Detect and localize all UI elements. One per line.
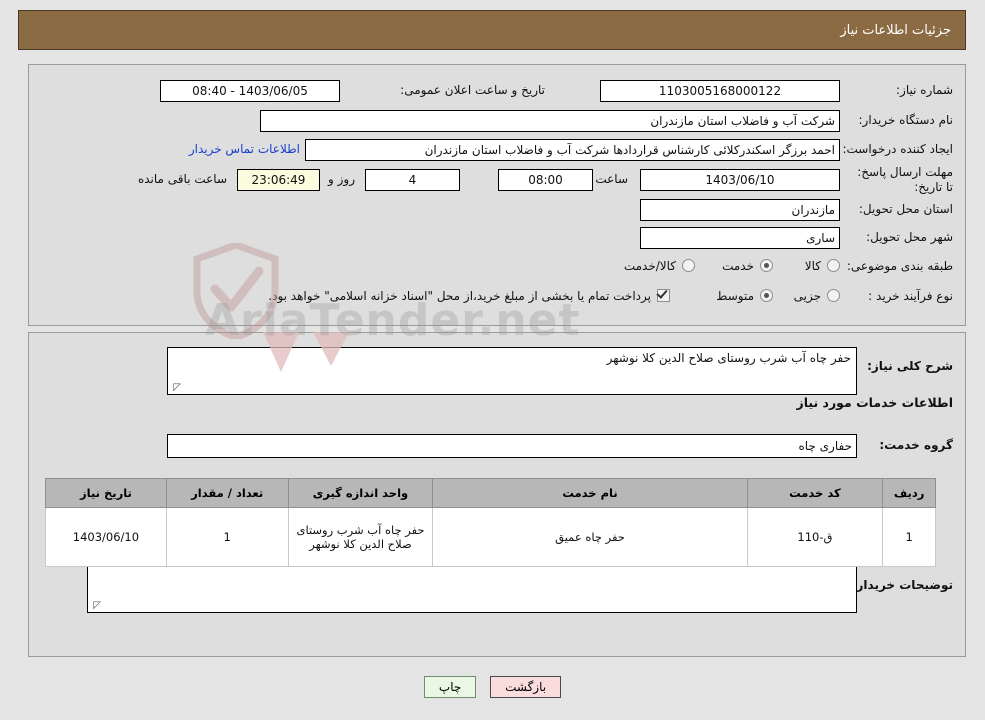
th-row: ردیف: [882, 478, 936, 508]
city-value: ساری: [640, 227, 840, 249]
countdown-timer: 23:06:49: [237, 169, 320, 191]
buyer-notes-label: توضیحات خریدار:: [851, 578, 953, 592]
need-number-value: 1103005168000122: [600, 80, 840, 102]
radio-process-motevaset[interactable]: [760, 289, 773, 302]
remaining-label: ساعت باقی مانده: [137, 172, 227, 186]
city-label: شهر محل تحویل:: [866, 230, 953, 244]
page-header-bar: جزئیات اطلاعات نیاز: [18, 10, 966, 50]
need-info-panel: شماره نیاز: 1103005168000122 تاریخ و ساع…: [28, 64, 966, 326]
category-label: طبقه بندی موضوعی:: [846, 259, 953, 273]
radio-category-khedmat[interactable]: [760, 259, 773, 272]
page-title: جزئیات اطلاعات نیاز: [840, 22, 951, 38]
province-value: مازندران: [640, 199, 840, 221]
days-label: روز و: [328, 172, 355, 186]
hour-label: ساعت: [595, 172, 628, 186]
table-row: 1 ق-110 حفر چاه عمیق حفر چاه آب شرب روست…: [45, 507, 936, 567]
buyer-org-value: شرکت آب و فاضلاب استان مازندران: [260, 110, 840, 132]
cell-service-name: حفر چاه عمیق: [432, 507, 748, 567]
th-service-name: نام خدمت: [432, 478, 748, 508]
announce-label: تاریخ و ساعت اعلان عمومی:: [400, 83, 545, 97]
th-quantity: تعداد / مقدار: [165, 478, 289, 508]
need-summary-textarea[interactable]: حفر چاه آب شرب روستای صلاح الدین کلا نوش…: [167, 347, 857, 395]
radio-category-kala-khedmat-label: کالا/خدمت: [623, 259, 676, 273]
service-items-table: ردیف کد خدمت نام خدمت واحد اندازه گیری ت…: [45, 478, 936, 567]
need-summary-text: حفر چاه آب شرب روستای صلاح الدین کلا نوش…: [606, 351, 851, 365]
cell-quantity: 1: [165, 507, 289, 567]
creator-value: احمد برزگر اسکندرکلائی کارشناس قراردادها…: [305, 139, 840, 161]
radio-process-motevaset-label: متوسط: [716, 289, 754, 303]
deadline-label: مهلت ارسال پاسخ: تا تاریخ:: [857, 165, 953, 194]
service-group-label: گروه خدمت:: [879, 438, 953, 452]
resize-grip-icon-notes[interactable]: ◸: [91, 601, 101, 611]
cell-service-code: ق-110: [746, 507, 884, 567]
need-number-label: شماره نیاز:: [896, 83, 953, 97]
cell-need-date: 1403/06/10: [45, 507, 167, 567]
resize-grip-icon[interactable]: ◸: [171, 383, 181, 393]
print-button[interactable]: چاپ: [423, 676, 477, 698]
need-summary-label: شرح کلی نیاز:: [867, 359, 953, 373]
th-service-code: کد خدمت: [746, 478, 884, 508]
service-group-value: حفاری چاه: [167, 434, 857, 458]
province-label: استان محل تحویل:: [858, 202, 953, 216]
table-header-row: ردیف کد خدمت نام خدمت واحد اندازه گیری ت…: [45, 478, 936, 508]
buyer-contact-link[interactable]: اطلاعات تماس خریدار: [189, 142, 300, 156]
buyer-org-label: نام دستگاه خریدار:: [858, 113, 954, 127]
th-unit: واحد اندازه گیری: [287, 478, 434, 508]
deadline-date-value: 1403/06/10: [640, 169, 840, 191]
radio-category-kala[interactable]: [827, 259, 840, 272]
back-button[interactable]: بازگشت: [490, 676, 562, 698]
creator-label: ایجاد کننده درخواست:: [842, 142, 953, 156]
radio-process-jozi[interactable]: [827, 289, 840, 302]
form-actions: بازگشت چاپ: [0, 676, 985, 698]
th-need-date: تاریخ نیاز: [45, 478, 167, 508]
radio-category-kala-label: کالا: [804, 259, 821, 273]
radio-category-khedmat-label: خدمت: [722, 259, 754, 273]
islamic-treasury-note: پرداخت تمام یا بخشی از مبلغ خرید،از محل …: [268, 289, 651, 303]
deadline-time-value: 08:00: [498, 169, 593, 191]
remaining-days-value: 4: [365, 169, 460, 191]
radio-process-jozi-label: جزیی: [793, 289, 821, 303]
services-section-heading: اطلاعات خدمات مورد نیاز: [796, 395, 954, 410]
announce-value: 08:40 - 1403/06/05: [160, 80, 340, 102]
radio-category-kala-khedmat[interactable]: [682, 259, 695, 272]
process-type-label: نوع فرآیند خرید :: [868, 289, 953, 303]
checkbox-islamic-treasury-docs[interactable]: [657, 289, 670, 302]
cell-unit: حفر چاه آب شرب روستای صلاح الدین کلا نوش…: [287, 507, 434, 567]
cell-row: 1: [882, 507, 936, 567]
